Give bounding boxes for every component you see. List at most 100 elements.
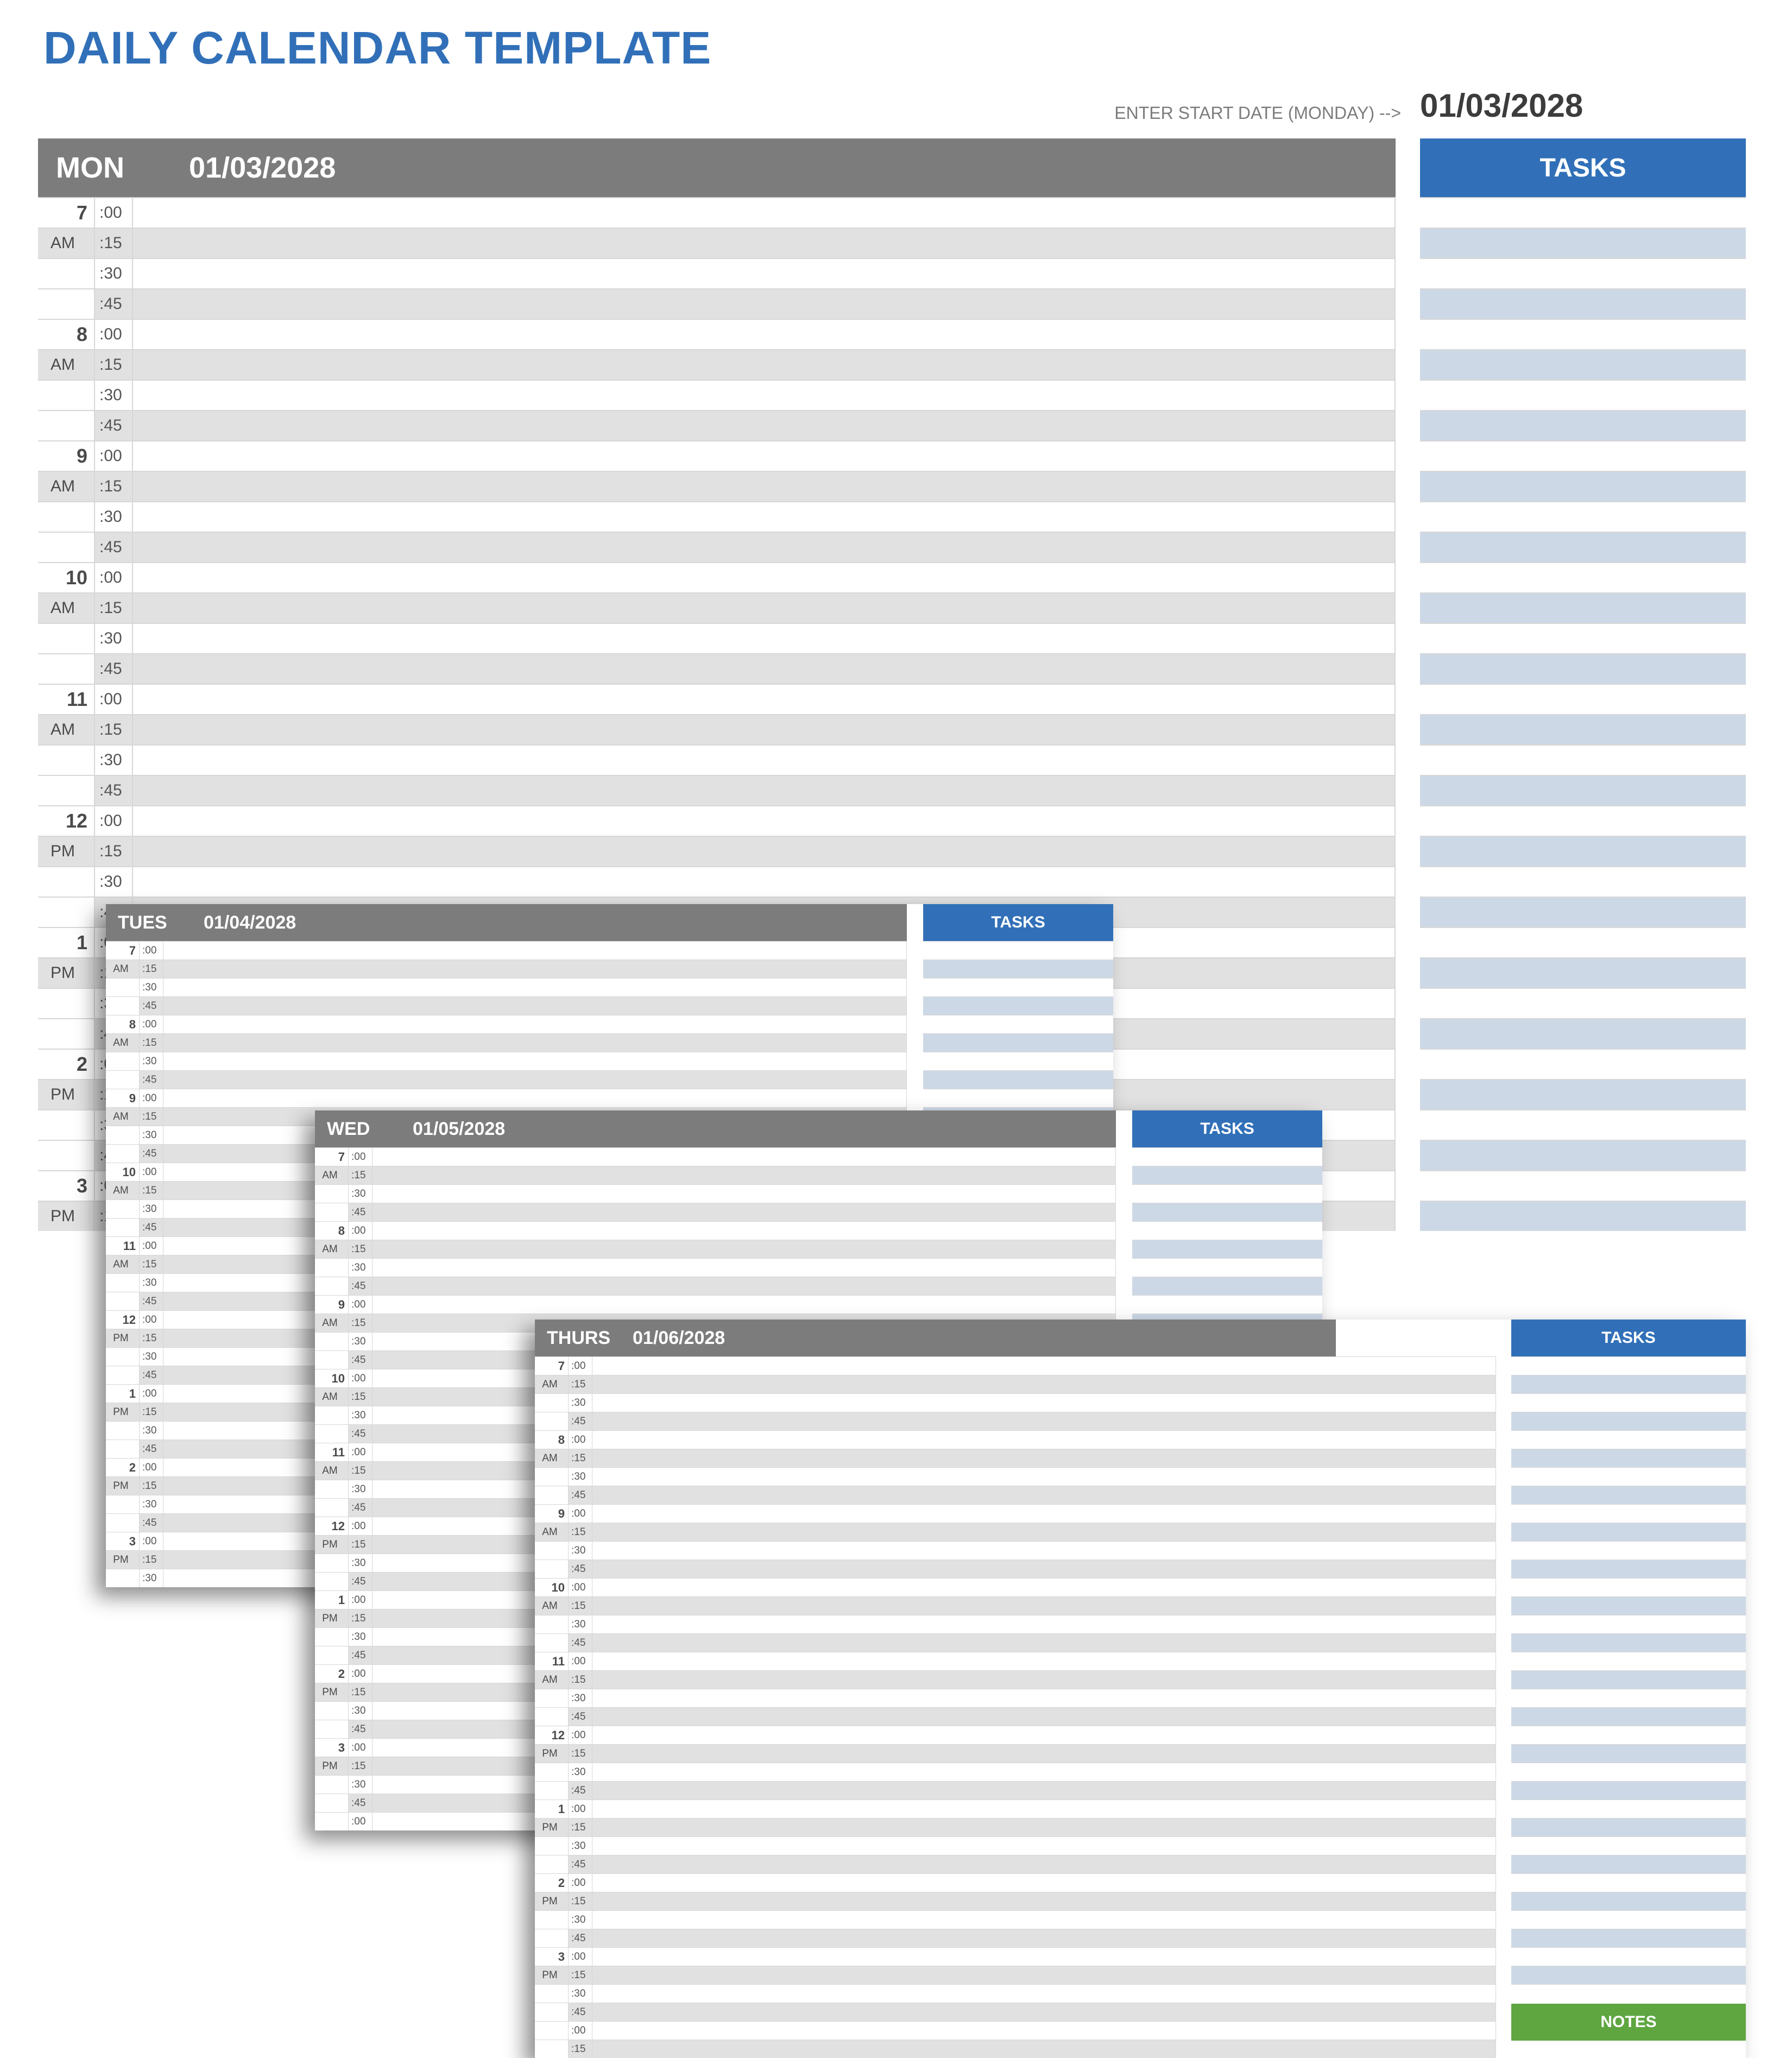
- event-cell[interactable]: [163, 1052, 907, 1070]
- event-cell[interactable]: [592, 1708, 1496, 1726]
- time-row[interactable]: 3:00: [535, 1947, 1496, 1966]
- event-cell[interactable]: [373, 1203, 1116, 1221]
- task-row[interactable]: [1420, 288, 1746, 319]
- time-row[interactable]: :15: [535, 2040, 1496, 2058]
- task-row[interactable]: [1420, 836, 1746, 866]
- time-row[interactable]: 7:00: [535, 1356, 1496, 1375]
- event-cell[interactable]: [592, 1837, 1496, 1855]
- event-cell[interactable]: [133, 381, 1396, 410]
- task-row[interactable]: [1420, 380, 1746, 410]
- time-row[interactable]: :30: [535, 1836, 1496, 1855]
- event-cell[interactable]: [592, 1745, 1496, 1763]
- time-row[interactable]: :30: [38, 744, 1396, 775]
- task-row[interactable]: [1511, 1818, 1746, 1836]
- task-row[interactable]: [923, 996, 1113, 1015]
- time-row[interactable]: AM:15: [38, 592, 1396, 623]
- task-row[interactable]: [1420, 471, 1746, 501]
- task-row[interactable]: [1420, 410, 1746, 440]
- time-row[interactable]: :30: [38, 258, 1396, 288]
- task-row[interactable]: [1511, 1596, 1746, 1615]
- task-row[interactable]: [1420, 897, 1746, 927]
- event-cell[interactable]: [163, 942, 907, 959]
- time-row[interactable]: PM:15: [535, 1744, 1496, 1763]
- time-row[interactable]: PM:15: [535, 1818, 1496, 1836]
- task-row[interactable]: [1511, 1633, 1746, 1652]
- task-row[interactable]: [1420, 623, 1746, 653]
- time-row[interactable]: 7:00: [38, 197, 1396, 228]
- task-row[interactable]: [1420, 1109, 1746, 1140]
- time-row[interactable]: AM:15: [106, 1033, 907, 1052]
- task-row[interactable]: [1511, 1467, 1746, 1486]
- task-row[interactable]: [1420, 228, 1746, 258]
- task-row[interactable]: [1511, 1726, 1746, 1744]
- time-row[interactable]: 8:00: [38, 319, 1396, 349]
- task-row[interactable]: [1511, 1486, 1746, 1504]
- task-row[interactable]: [1511, 1984, 1746, 2003]
- event-cell[interactable]: [592, 1394, 1496, 1412]
- event-cell[interactable]: [163, 1071, 907, 1089]
- time-row[interactable]: AM:15: [38, 471, 1396, 501]
- event-cell[interactable]: [133, 502, 1396, 532]
- event-cell[interactable]: [373, 1277, 1116, 1295]
- task-row[interactable]: [1420, 988, 1746, 1018]
- time-row[interactable]: AM:15: [38, 349, 1396, 380]
- time-row[interactable]: AM:15: [106, 959, 907, 978]
- time-row[interactable]: PM:15: [535, 1892, 1496, 1910]
- time-row[interactable]: 11:00: [38, 684, 1396, 714]
- tasks-list-thu[interactable]: [1511, 1356, 1746, 2058]
- task-row[interactable]: [923, 1015, 1113, 1033]
- task-row[interactable]: [1511, 1744, 1746, 1763]
- time-row[interactable]: 2:00: [535, 1873, 1496, 1892]
- time-row[interactable]: :30: [535, 1763, 1496, 1781]
- time-row[interactable]: :30: [38, 501, 1396, 532]
- task-row[interactable]: [1132, 1184, 1322, 1203]
- event-cell[interactable]: [373, 1148, 1116, 1166]
- task-row[interactable]: [1420, 927, 1746, 957]
- event-cell[interactable]: [133, 441, 1396, 471]
- event-cell[interactable]: [133, 685, 1396, 714]
- event-cell[interactable]: [133, 411, 1396, 440]
- time-row[interactable]: :45: [38, 410, 1396, 440]
- task-row[interactable]: [1420, 532, 1746, 562]
- time-row[interactable]: 8:00: [535, 1430, 1496, 1449]
- time-row[interactable]: AM:15: [535, 1523, 1496, 1541]
- event-cell[interactable]: [133, 259, 1396, 288]
- time-row[interactable]: :45: [106, 1070, 907, 1089]
- task-row[interactable]: [1511, 1375, 1746, 1393]
- event-cell[interactable]: [592, 1763, 1496, 1781]
- time-row[interactable]: AM:15: [535, 1449, 1496, 1467]
- task-row[interactable]: [1511, 1966, 1746, 1984]
- schedule-grid-thu[interactable]: 7:00AM:15:30:458:00AM:15:30:459:00AM:15:…: [535, 1356, 1496, 2058]
- time-row[interactable]: 10:00: [38, 562, 1396, 592]
- task-row[interactable]: [923, 941, 1113, 959]
- task-row[interactable]: [1511, 1578, 1746, 1596]
- task-row[interactable]: [1511, 1504, 1746, 1523]
- event-cell[interactable]: [592, 1449, 1496, 1467]
- event-cell[interactable]: [133, 350, 1396, 380]
- time-row[interactable]: 8:00: [106, 1015, 907, 1033]
- event-cell[interactable]: [133, 715, 1396, 744]
- time-row[interactable]: :45: [38, 653, 1396, 684]
- event-cell[interactable]: [373, 1240, 1116, 1258]
- time-row[interactable]: 9:00: [535, 1504, 1496, 1523]
- event-cell[interactable]: [163, 1089, 907, 1107]
- event-cell[interactable]: [133, 806, 1396, 836]
- tasks-list-mon[interactable]: [1420, 197, 1746, 1231]
- event-cell[interactable]: [592, 1652, 1496, 1670]
- event-cell[interactable]: [163, 979, 907, 996]
- time-row[interactable]: 9:00: [315, 1295, 1116, 1314]
- task-row[interactable]: [1511, 1947, 1746, 1966]
- event-cell[interactable]: [592, 1911, 1496, 1929]
- time-row[interactable]: :45: [535, 1486, 1496, 1504]
- event-cell[interactable]: [133, 654, 1396, 684]
- event-cell[interactable]: [592, 1634, 1496, 1652]
- task-row[interactable]: [1511, 1541, 1746, 1560]
- task-row[interactable]: [1420, 684, 1746, 714]
- task-row[interactable]: [1420, 957, 1746, 988]
- task-row[interactable]: [1511, 1855, 1746, 1873]
- event-cell[interactable]: [163, 997, 907, 1015]
- task-row[interactable]: [1132, 1295, 1322, 1314]
- task-row[interactable]: [1132, 1221, 1322, 1240]
- event-cell[interactable]: [163, 1034, 907, 1052]
- time-row[interactable]: 11:00: [535, 1652, 1496, 1670]
